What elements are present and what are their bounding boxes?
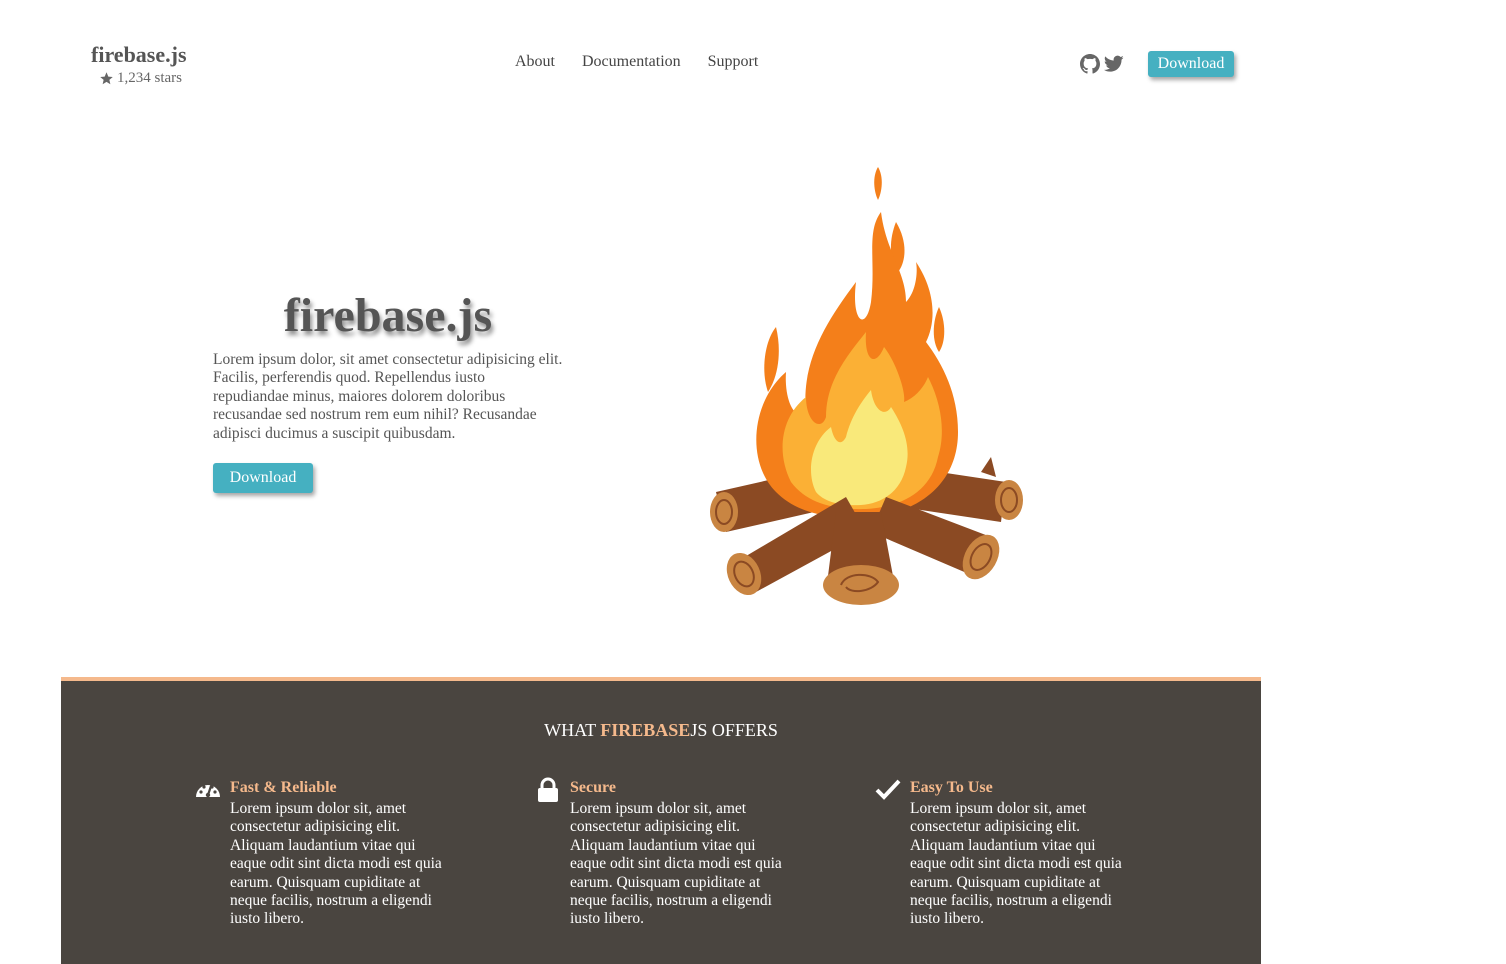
nav-download-button[interactable]: Download [1148, 51, 1234, 77]
features-title-suffix: JS OFFERS [690, 720, 778, 740]
campfire-illustration [710, 167, 1023, 605]
hero-download-button[interactable]: Download [213, 463, 313, 493]
feature-title: Secure [570, 779, 616, 796]
twitter-icon[interactable] [1103, 54, 1124, 75]
checkmark-icon [875, 779, 901, 800]
hero-title: firebase.js [283, 289, 493, 342]
feature-description: Lorem ipsum dolor sit, amet consectetur … [570, 800, 782, 928]
navbar: firebase.js 1,234 stars About Documentat… [0, 0, 1506, 120]
nav-link-about[interactable]: About [515, 52, 555, 72]
nav-link-documentation[interactable]: Documentation [582, 52, 681, 72]
brand-name[interactable]: firebase.js [91, 42, 187, 68]
feature-title: Fast & Reliable [230, 779, 337, 796]
features-title-prefix: WHAT [544, 720, 601, 740]
stars-count: 1,234 stars [99, 68, 187, 88]
nav-link-support[interactable]: Support [708, 52, 759, 72]
feature-description: Lorem ipsum dolor sit, amet consectetur … [230, 800, 442, 928]
feature-description: Lorem ipsum dolor sit, amet consectetur … [910, 800, 1122, 928]
features-title-accent: FIREBASE [600, 720, 691, 740]
features-title: WHAT FIREBASEJS OFFERS [61, 719, 1261, 741]
lock-icon [538, 777, 558, 802]
github-icon[interactable] [1079, 54, 1100, 75]
nav-actions: Download [1079, 51, 1234, 77]
flames [756, 167, 958, 518]
star-icon [100, 71, 113, 84]
stars-label: 1,234 stars [117, 70, 182, 86]
hero-description: Lorem ipsum dolor, sit amet consectetur … [213, 351, 563, 442]
feature-title: Easy To Use [910, 779, 993, 796]
features-section: WHAT FIREBASEJS OFFERS Fast & Reliable L… [61, 677, 1261, 964]
brand[interactable]: firebase.js 1,234 stars [91, 42, 187, 88]
nav-links: About Documentation Support [515, 52, 785, 72]
speedometer-icon [196, 784, 220, 798]
